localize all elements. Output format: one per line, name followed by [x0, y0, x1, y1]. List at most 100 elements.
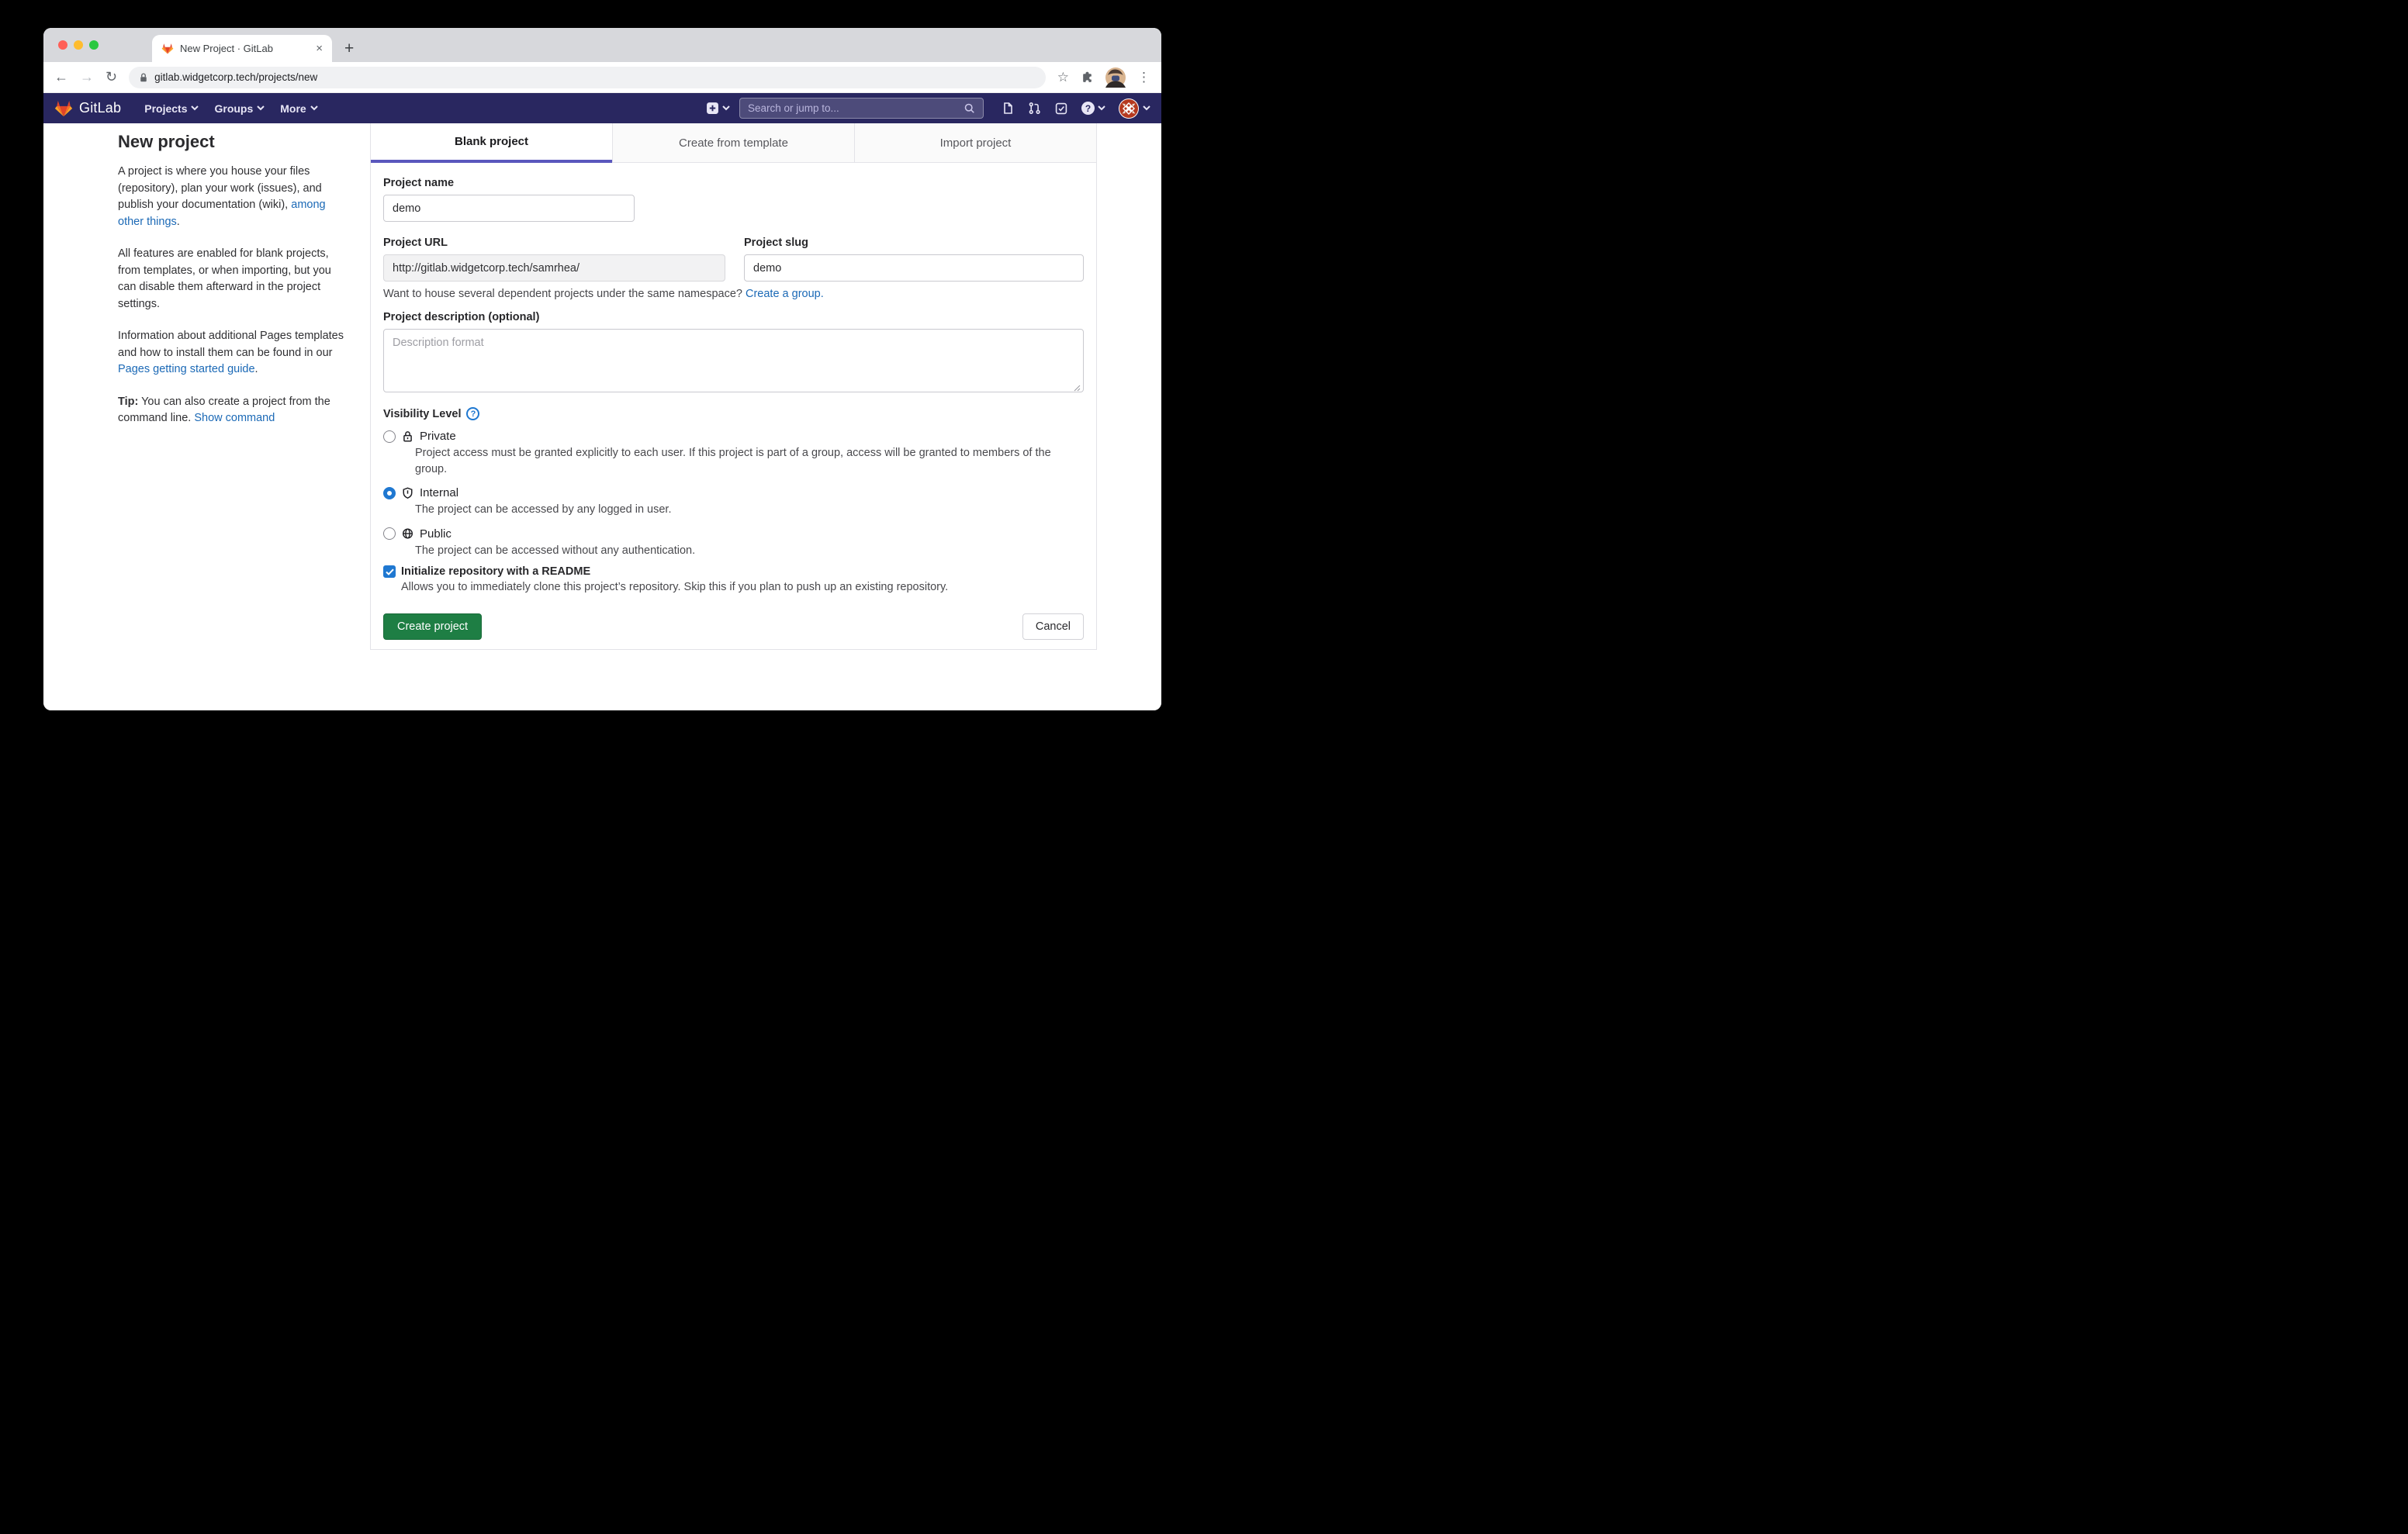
chevron-down-icon [722, 105, 730, 111]
gitlab-favicon-icon [161, 43, 174, 54]
new-project-panel: Blank project Create from template Impor… [370, 123, 1097, 650]
url-text: gitlab.widgetcorp.tech/projects/new [154, 71, 317, 83]
traffic-lights [58, 40, 99, 50]
forward-icon[interactable]: → [80, 69, 94, 85]
visibility-public-label[interactable]: Public [420, 527, 452, 541]
tab-blank-project[interactable]: Blank project [371, 123, 612, 163]
sidebar-paragraph-1: A project is where you house your files … [118, 164, 344, 230]
chevron-down-icon [1098, 105, 1105, 111]
browser-window: New Project · GitLab × + ← → ↻ gitlab.wi… [43, 28, 1161, 710]
browser-menu-icon[interactable]: ⋮ [1137, 70, 1150, 85]
visibility-help-icon[interactable]: ? [466, 407, 479, 420]
todos-button[interactable] [1055, 102, 1067, 115]
nav-menu-groups-label: Groups [214, 102, 253, 115]
visibility-private-label[interactable]: Private [420, 430, 456, 443]
visibility-section: Visibility Level ? Private [383, 407, 1084, 558]
project-url-label: Project URL [383, 237, 725, 249]
issues-button[interactable] [1002, 102, 1014, 115]
url-slug-row: Project URL Project slug [383, 237, 1084, 282]
readme-label[interactable]: Initialize repository with a README [401, 565, 590, 578]
create-project-button[interactable]: Create project [383, 613, 482, 640]
minimize-window-button[interactable] [74, 40, 83, 50]
bookmark-star-icon[interactable]: ☆ [1057, 70, 1069, 85]
tab-create-from-template[interactable]: Create from template [612, 123, 854, 163]
visibility-private-desc: Project access must be granted explicitl… [415, 445, 1084, 477]
readme-desc: Allows you to immediately clone this pro… [401, 581, 1084, 593]
create-a-group-link[interactable]: Create a group. [746, 288, 824, 300]
todo-check-icon [1055, 102, 1067, 115]
resize-handle-icon[interactable] [1074, 385, 1081, 392]
nav-menu-projects-label: Projects [144, 102, 187, 115]
blank-project-form: Project name Project URL Project slug Wa… [371, 163, 1096, 640]
tab-import-project[interactable]: Import project [854, 123, 1096, 163]
chevron-down-icon [191, 105, 199, 111]
readme-section: Initialize repository with a README Allo… [383, 565, 1084, 593]
plus-square-icon [706, 102, 719, 115]
project-url-input[interactable] [383, 254, 725, 282]
gitlab-navbar: GitLab Projects Groups More [43, 93, 1161, 123]
merge-requests-button[interactable] [1028, 102, 1041, 115]
nav-menu-more-label: More [280, 102, 306, 115]
browser-toolbar: ← → ↻ gitlab.widgetcorp.tech/projects/ne… [43, 62, 1161, 93]
check-icon [386, 568, 394, 575]
cancel-button[interactable]: Cancel [1022, 613, 1084, 640]
user-menu-button[interactable] [1119, 98, 1150, 119]
pages-guide-link[interactable]: Pages getting started guide [118, 363, 255, 375]
project-slug-input[interactable] [744, 254, 1084, 282]
gitlab-wordmark: GitLab [79, 100, 121, 116]
browser-profile-avatar[interactable] [1105, 67, 1126, 88]
visibility-option-public: Public The project can be accessed witho… [383, 527, 1084, 559]
global-search[interactable] [739, 98, 984, 119]
help-menu-button[interactable]: ? [1081, 102, 1105, 115]
project-description-input[interactable] [383, 329, 1084, 392]
lock-icon [402, 430, 413, 443]
help-icon: ? [1081, 102, 1095, 115]
sidebar-p3-text: Information about additional Pages templ… [118, 330, 344, 359]
project-type-tabs: Blank project Create from template Impor… [371, 123, 1096, 163]
new-menu-button[interactable] [706, 102, 730, 115]
search-icon [964, 103, 975, 114]
project-slug-label: Project slug [744, 237, 1084, 249]
issues-icon [1002, 102, 1014, 115]
search-input[interactable] [748, 102, 964, 114]
reload-icon[interactable]: ↻ [106, 69, 117, 85]
namespace-hint-text: Want to house several dependent projects… [383, 288, 746, 300]
new-project-sidebar: New project A project is where you house… [118, 132, 344, 443]
radio-internal[interactable] [383, 487, 396, 499]
form-actions: Create project Cancel [383, 613, 1084, 640]
extensions-puzzle-icon[interactable] [1081, 71, 1094, 84]
toolbar-actions: ☆ ⋮ [1057, 67, 1150, 88]
zoom-window-button[interactable] [89, 40, 99, 50]
merge-request-icon [1028, 102, 1041, 115]
browser-titlebar: New Project · GitLab × + [43, 28, 1161, 62]
tab-close-icon[interactable]: × [316, 43, 323, 54]
readme-checkbox[interactable] [383, 565, 396, 578]
close-window-button[interactable] [58, 40, 67, 50]
lock-icon [139, 72, 148, 83]
gitlab-logo[interactable]: GitLab [54, 99, 121, 117]
shield-icon [402, 487, 413, 499]
back-icon[interactable]: ← [54, 69, 68, 85]
address-bar[interactable]: gitlab.widgetcorp.tech/projects/new [129, 67, 1046, 88]
nav-menu-projects[interactable]: Projects [137, 93, 206, 123]
radio-private[interactable] [383, 430, 396, 443]
gitlab-tanuki-icon [54, 99, 73, 117]
project-name-input[interactable] [383, 195, 635, 222]
page-content: New project A project is where you house… [43, 123, 1161, 710]
nav-menu-more[interactable]: More [272, 93, 325, 123]
sidebar-paragraph-2: All features are enabled for blank proje… [118, 246, 344, 313]
nav-menu-groups[interactable]: Groups [206, 93, 272, 123]
visibility-public-desc: The project can be accessed without any … [415, 543, 1084, 559]
show-command-link[interactable]: Show command [194, 412, 275, 424]
chevron-down-icon [1143, 105, 1150, 111]
visibility-internal-label[interactable]: Internal [420, 486, 458, 499]
page-title: New project [118, 132, 344, 152]
visibility-level-label: Visibility Level [383, 408, 461, 420]
new-tab-button[interactable]: + [344, 41, 354, 57]
sidebar-p1-after: . [177, 216, 180, 228]
browser-tab[interactable]: New Project · GitLab × [152, 35, 332, 62]
visibility-option-internal: Internal The project can be accessed by … [383, 486, 1084, 518]
sidebar-p3-after: . [255, 363, 258, 375]
radio-public[interactable] [383, 527, 396, 540]
project-name-label: Project name [383, 177, 1084, 189]
